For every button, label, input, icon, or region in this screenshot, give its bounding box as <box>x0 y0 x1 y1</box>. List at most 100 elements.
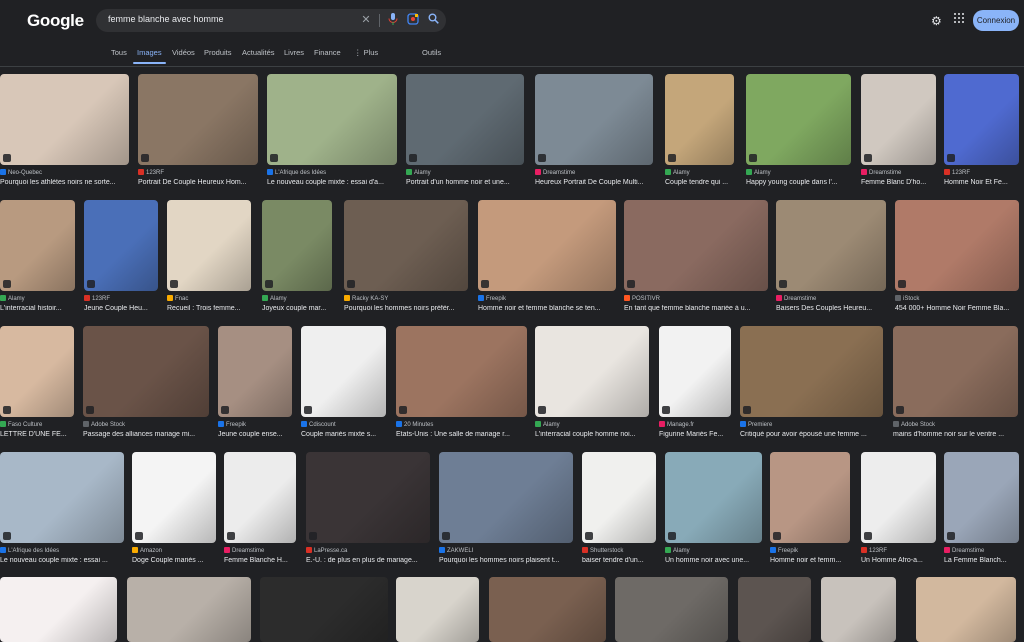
result-title[interactable]: Recueil : Trois femme... <box>167 305 251 312</box>
result-title[interactable]: Pourquoi les hommes noirs plaisent t... <box>439 557 573 564</box>
tab-images[interactable]: Images <box>133 48 166 64</box>
result-thumbnail[interactable] <box>582 452 656 543</box>
result-source[interactable]: ZAKWELI <box>439 547 573 554</box>
result-thumbnail[interactable] <box>776 200 886 291</box>
result-thumbnail[interactable] <box>746 74 851 165</box>
result-title[interactable]: Couple mariés mixte s... <box>301 431 386 438</box>
microphone-icon[interactable] <box>386 13 400 27</box>
result-source[interactable]: Faso Culture <box>0 421 74 428</box>
result-title[interactable]: La Femme Blanch... <box>944 557 1019 564</box>
result-thumbnail[interactable] <box>84 200 158 291</box>
result-thumbnail[interactable] <box>406 74 524 165</box>
result-source[interactable]: Premiere <box>740 421 883 428</box>
result-source[interactable]: Dreamstime <box>861 169 936 176</box>
result-thumbnail[interactable] <box>0 452 124 543</box>
search-icon[interactable] <box>426 13 440 27</box>
result-source[interactable]: 123RF <box>84 295 158 302</box>
result-title[interactable]: En tant que femme blanche mariée à u... <box>624 305 768 312</box>
result-title[interactable]: Baisers Des Couples Heureu... <box>776 305 886 312</box>
result-source[interactable]: iStock <box>895 295 1019 302</box>
result-source[interactable]: Racky KA-SY <box>344 295 468 302</box>
result-thumbnail[interactable] <box>224 452 296 543</box>
result-title[interactable]: Jeune Couple Heu... <box>84 305 158 312</box>
result-source[interactable]: Freepik <box>770 547 850 554</box>
result-thumbnail[interactable] <box>267 74 397 165</box>
result-thumbnail[interactable] <box>262 200 332 291</box>
result-source[interactable]: Alamy <box>746 169 851 176</box>
result-source[interactable]: Shutterstock <box>582 547 656 554</box>
result-source[interactable]: Alamy <box>665 169 734 176</box>
signin-button[interactable]: Connexion <box>973 10 1019 31</box>
result-thumbnail[interactable] <box>167 200 251 291</box>
result-thumbnail[interactable] <box>740 326 883 417</box>
result-thumbnail[interactable] <box>893 326 1018 417</box>
apps-grid-icon[interactable] <box>954 13 964 23</box>
result-title[interactable]: baiser tendre d'un... <box>582 557 656 564</box>
result-title[interactable]: Passage des alliances mariage mi... <box>83 431 209 438</box>
result-title[interactable]: Critiqué pour avoir épousé une femme ... <box>740 431 883 438</box>
result-title[interactable]: Le nouveau couple mixte : essai ... <box>0 557 124 564</box>
result-title[interactable]: Joyeux couple mar... <box>262 305 332 312</box>
result-source[interactable]: Manage.fr <box>659 421 731 428</box>
result-source[interactable]: Alamy <box>665 547 762 554</box>
result-thumbnail[interactable] <box>83 326 209 417</box>
result-title[interactable]: Femme Blanche H... <box>224 557 296 564</box>
result-source[interactable]: Alamy <box>535 421 649 428</box>
result-thumbnail[interactable] <box>132 452 216 543</box>
result-source[interactable]: Freepik <box>218 421 292 428</box>
result-thumbnail[interactable] <box>738 577 811 642</box>
result-title[interactable]: Portrait d'un homme noir et une... <box>406 179 524 186</box>
result-source[interactable]: Dreamstime <box>535 169 653 176</box>
result-thumbnail[interactable] <box>306 452 430 543</box>
result-title[interactable]: Un homme noir avec une... <box>665 557 762 564</box>
lens-icon[interactable] <box>406 13 420 27</box>
result-thumbnail[interactable] <box>138 74 258 165</box>
result-thumbnail[interactable] <box>895 200 1019 291</box>
result-title[interactable]: mains d'homme noir sur le ventre ... <box>893 431 1018 438</box>
result-title[interactable]: Happy young couple dans l'... <box>746 179 851 186</box>
result-title[interactable]: Homme noir et femm... <box>770 557 850 564</box>
tab-all[interactable]: Tous <box>111 48 127 57</box>
result-title[interactable]: L'interracial couple homme noi... <box>535 431 649 438</box>
result-source[interactable]: 20 Minutes <box>396 421 527 428</box>
result-thumbnail[interactable] <box>659 326 731 417</box>
result-source[interactable]: L'Afrique des Idées <box>267 169 397 176</box>
result-title[interactable]: Un Homme Afro-a... <box>861 557 936 564</box>
tab-products[interactable]: Produits <box>204 48 232 57</box>
result-source[interactable]: Fnac <box>167 295 251 302</box>
result-title[interactable]: LETTRE D'UNE FE... <box>0 431 74 438</box>
tab-tools[interactable]: Outils <box>422 48 441 57</box>
tab-books[interactable]: Livres <box>284 48 304 57</box>
result-source[interactable]: Amazon <box>132 547 216 554</box>
result-thumbnail[interactable] <box>396 577 479 642</box>
result-thumbnail[interactable] <box>489 577 606 642</box>
tab-more[interactable]: ⋮ Plus <box>354 48 378 57</box>
google-logo[interactable]: Google <box>27 11 84 31</box>
result-title[interactable]: Pourquoi les hommes noirs préfèr... <box>344 305 468 312</box>
result-source[interactable]: 123RF <box>944 169 1019 176</box>
result-source[interactable]: POSITIVR <box>624 295 768 302</box>
result-thumbnail[interactable] <box>821 577 896 642</box>
result-source[interactable]: Dreamstime <box>776 295 886 302</box>
gear-icon[interactable]: ⚙ <box>931 14 942 28</box>
search-input[interactable]: femme blanche avec homme <box>108 14 224 24</box>
result-thumbnail[interactable] <box>770 452 850 543</box>
result-thumbnail[interactable] <box>861 74 936 165</box>
result-title[interactable]: L'interracial histoir... <box>0 305 75 312</box>
search-box[interactable]: femme blanche avec homme ✕ <box>96 9 446 32</box>
result-title[interactable]: Femme Blanc D'ho... <box>861 179 936 186</box>
result-source[interactable]: Alamy <box>406 169 524 176</box>
result-thumbnail[interactable] <box>665 74 734 165</box>
result-source[interactable]: L'Afrique des Idées <box>0 547 124 554</box>
result-thumbnail[interactable] <box>439 452 573 543</box>
result-source[interactable]: Adobe Stock <box>83 421 209 428</box>
result-title[interactable]: Le nouveau couple mixte : essai d'a... <box>267 179 397 186</box>
result-thumbnail[interactable] <box>478 200 616 291</box>
result-thumbnail[interactable] <box>916 577 1016 642</box>
result-thumbnail[interactable] <box>624 200 768 291</box>
result-thumbnail[interactable] <box>861 452 936 543</box>
result-source[interactable]: Cdiscount <box>301 421 386 428</box>
result-thumbnail[interactable] <box>665 452 762 543</box>
result-source[interactable]: Dreamstime <box>944 547 1019 554</box>
result-source[interactable]: 123RF <box>861 547 936 554</box>
